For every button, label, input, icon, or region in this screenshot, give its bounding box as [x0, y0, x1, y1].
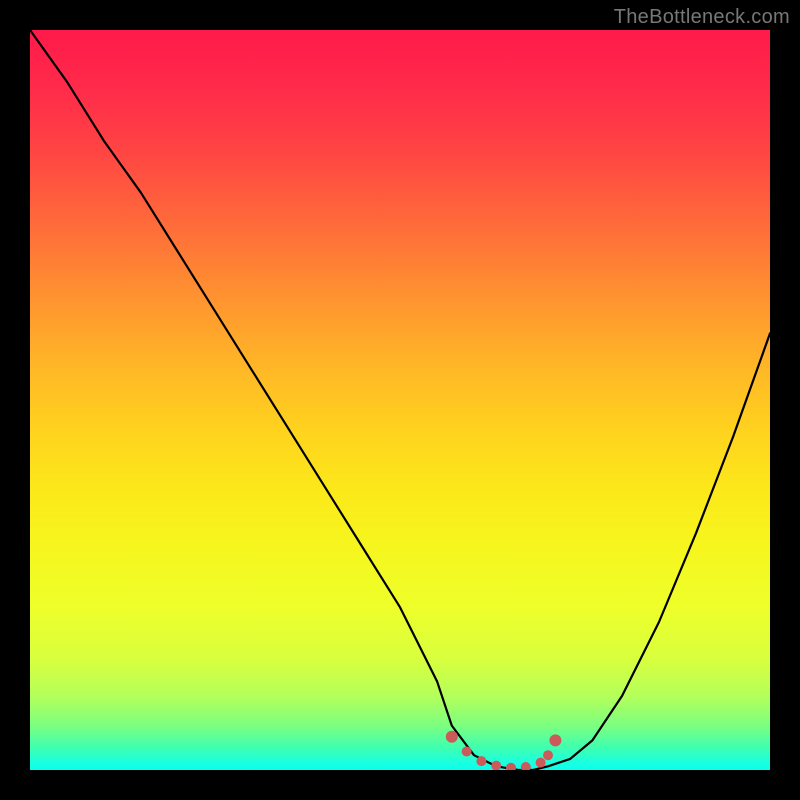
highlight-dot — [462, 747, 472, 757]
highlight-dot — [536, 758, 546, 768]
highlight-dot — [476, 756, 486, 766]
highlight-dot — [491, 761, 501, 770]
highlight-dot — [506, 763, 516, 770]
highlight-dot — [549, 734, 561, 746]
plot-area — [30, 30, 770, 770]
curve-line — [30, 30, 770, 770]
highlight-dot — [446, 731, 458, 743]
highlight-dot — [543, 750, 553, 760]
highlight-dot — [521, 762, 531, 770]
highlight-dots — [446, 731, 562, 770]
chart-svg — [30, 30, 770, 770]
watermark-text: TheBottleneck.com — [614, 6, 790, 29]
